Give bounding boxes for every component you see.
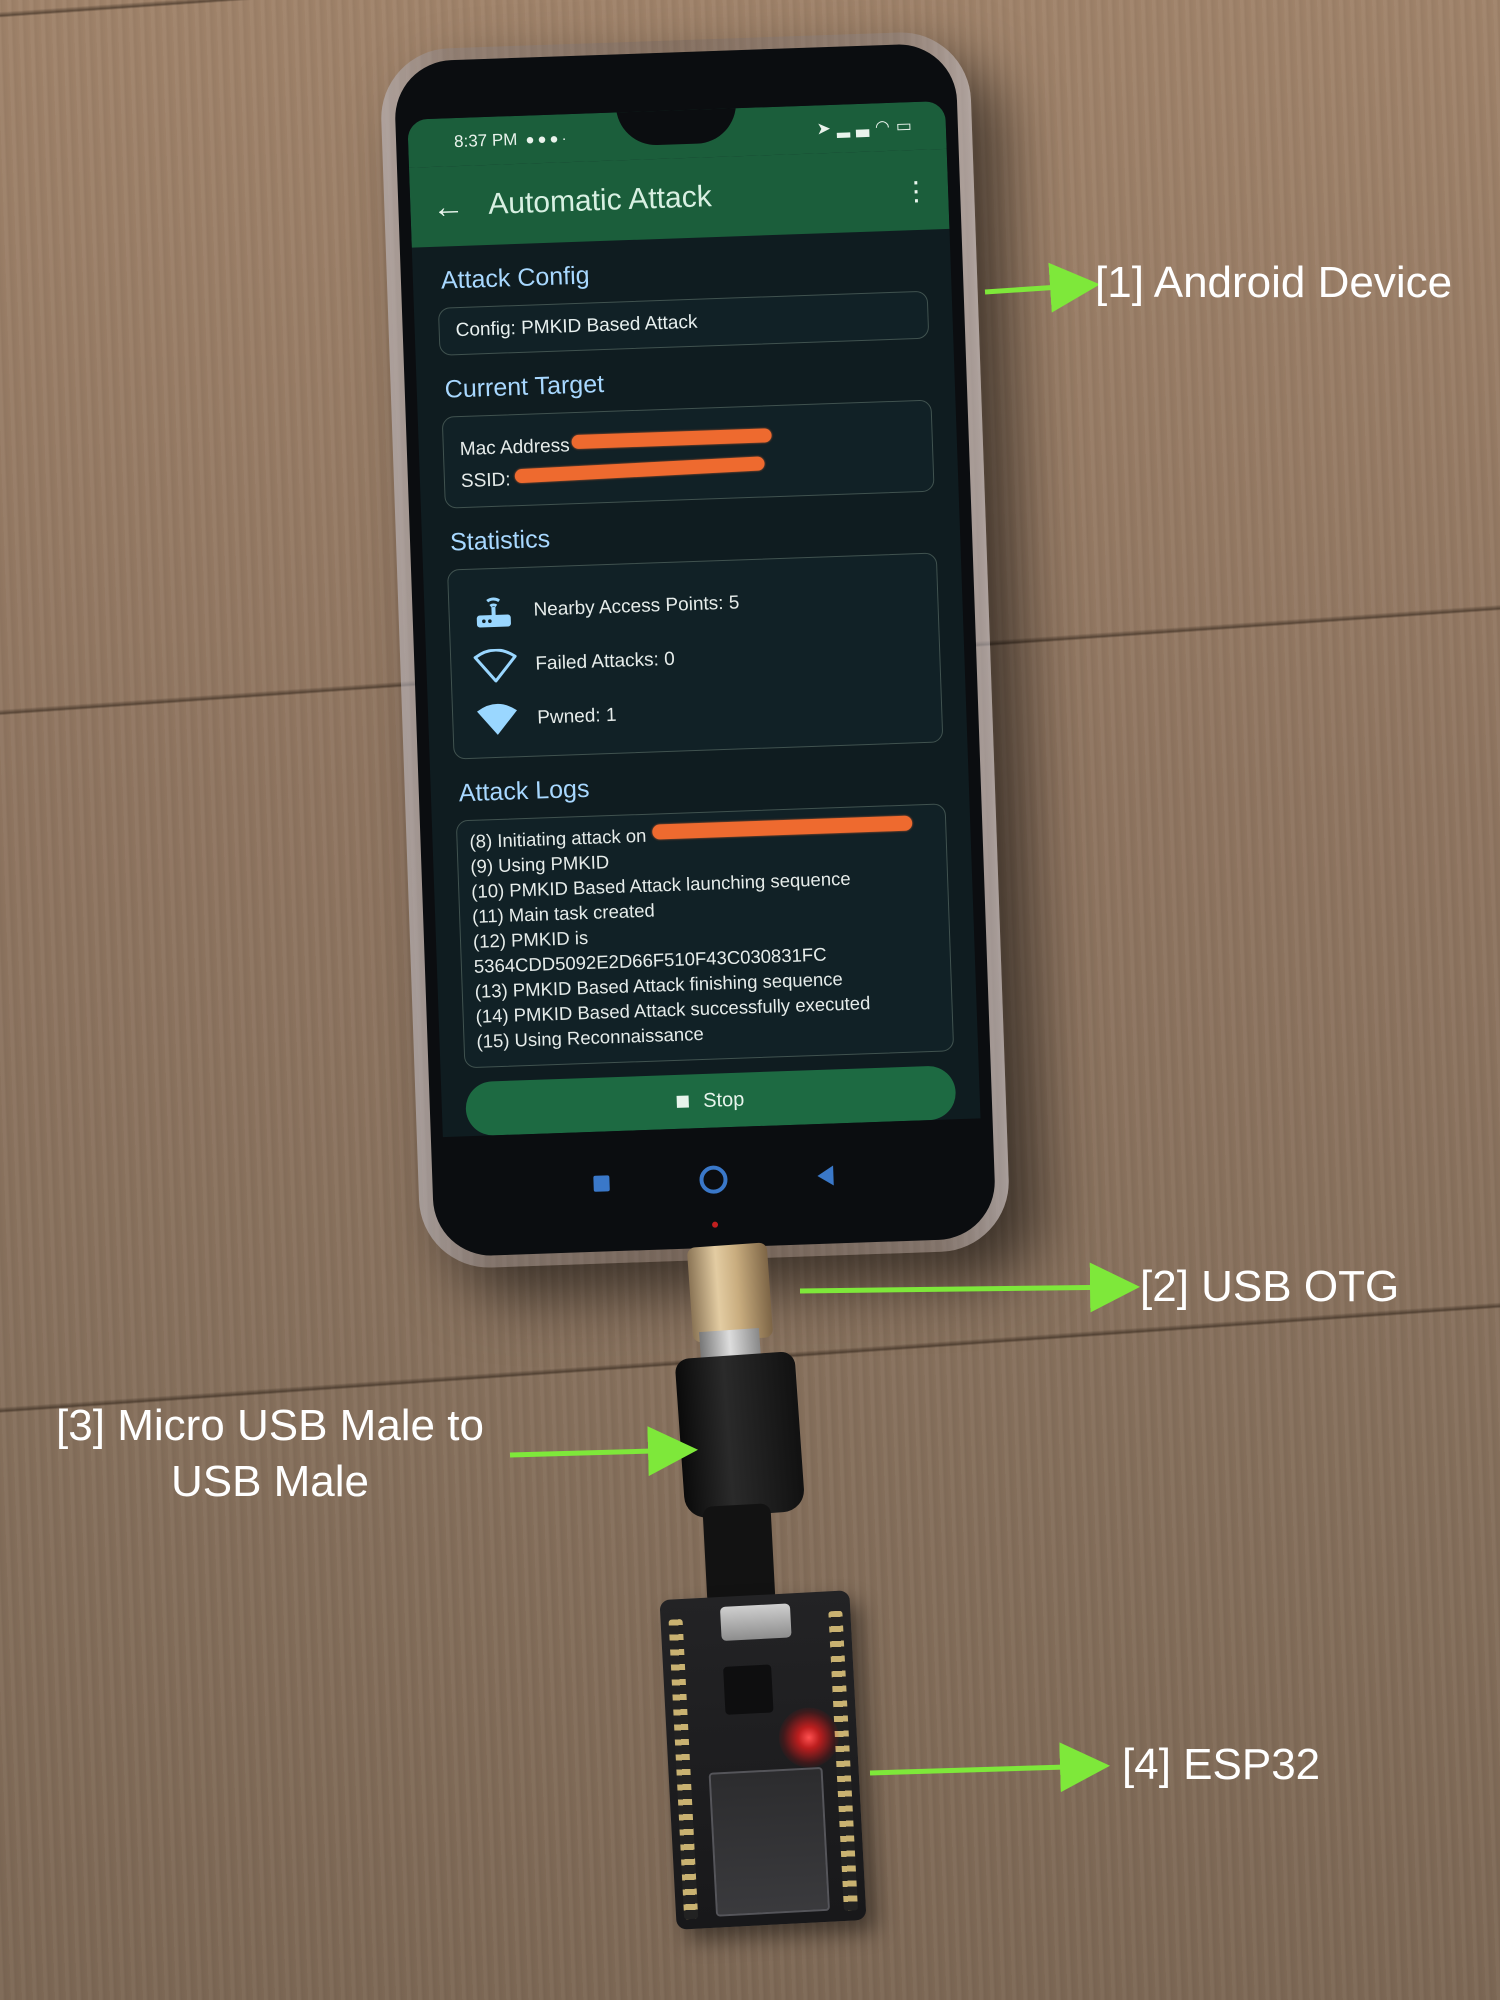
callout-esp32: [4] ESP32 <box>1122 1740 1321 1789</box>
callout-micro-usb-adapter: [3] Micro USB Male to USB Male <box>30 1398 510 1510</box>
arrow-android <box>984 262 1100 313</box>
arrow-otg <box>799 1262 1140 1313</box>
callout-usb-otg: [2] USB OTG <box>1140 1262 1400 1311</box>
callout-android-device: [1] Android Device <box>1095 258 1453 307</box>
arrow-adapter <box>509 1426 698 1477</box>
callout-line: [3] Micro USB Male to <box>56 1401 484 1450</box>
callout-line: USB Male <box>170 1457 370 1506</box>
arrow-esp32 <box>869 1742 1110 1793</box>
